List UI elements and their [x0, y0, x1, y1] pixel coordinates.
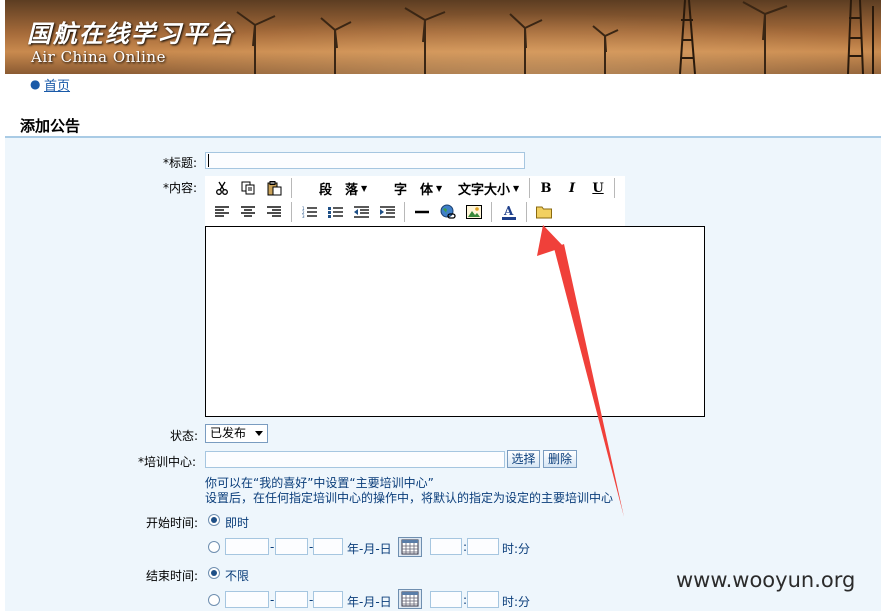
annotation-arrow	[537, 225, 624, 517]
watermark: www.wooyun.org	[676, 568, 856, 592]
